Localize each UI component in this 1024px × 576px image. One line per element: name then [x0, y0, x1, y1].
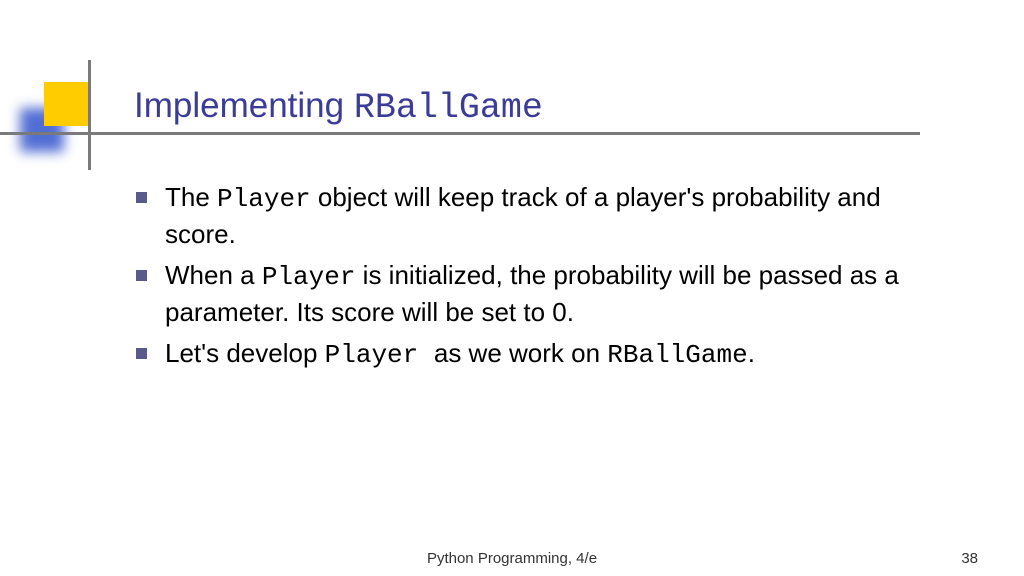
- body-text: as we work on: [434, 338, 607, 368]
- horizontal-rule: [0, 132, 920, 135]
- body-text: Let's develop: [165, 338, 325, 368]
- title-decoration: [0, 78, 100, 148]
- code-text: Player: [325, 340, 434, 370]
- code-text: RBallGame: [607, 340, 747, 370]
- body-text: .: [748, 338, 755, 368]
- code-text: Player: [262, 262, 356, 292]
- title-text-mono: RBallGame: [354, 88, 543, 128]
- body-text: The: [165, 182, 217, 212]
- bullet-item: When a Player is initialized, the probab…: [136, 258, 946, 330]
- bullet-item: The Player object will keep track of a p…: [136, 180, 946, 252]
- title-text-plain: Implementing: [134, 86, 354, 125]
- vertical-rule: [88, 60, 91, 170]
- bullet-text: When a Player is initialized, the probab…: [165, 258, 946, 330]
- bullet-marker: [136, 192, 147, 203]
- slide-body: The Player object will keep track of a p…: [136, 180, 946, 379]
- bullet-text: Let's develop Player as we work on RBall…: [165, 336, 946, 373]
- bullet-marker: [136, 270, 147, 281]
- slide-title: Implementing RBallGame: [134, 86, 543, 128]
- code-text: Player: [217, 184, 311, 214]
- yellow-square: [44, 82, 88, 126]
- bullet-item: Let's develop Player as we work on RBall…: [136, 336, 946, 373]
- bullet-marker: [136, 348, 147, 359]
- body-text: When a: [165, 260, 262, 290]
- footer-book-title: Python Programming, 4/e: [427, 550, 597, 567]
- footer-page-number: 38: [961, 550, 978, 567]
- bullet-text: The Player object will keep track of a p…: [165, 180, 946, 252]
